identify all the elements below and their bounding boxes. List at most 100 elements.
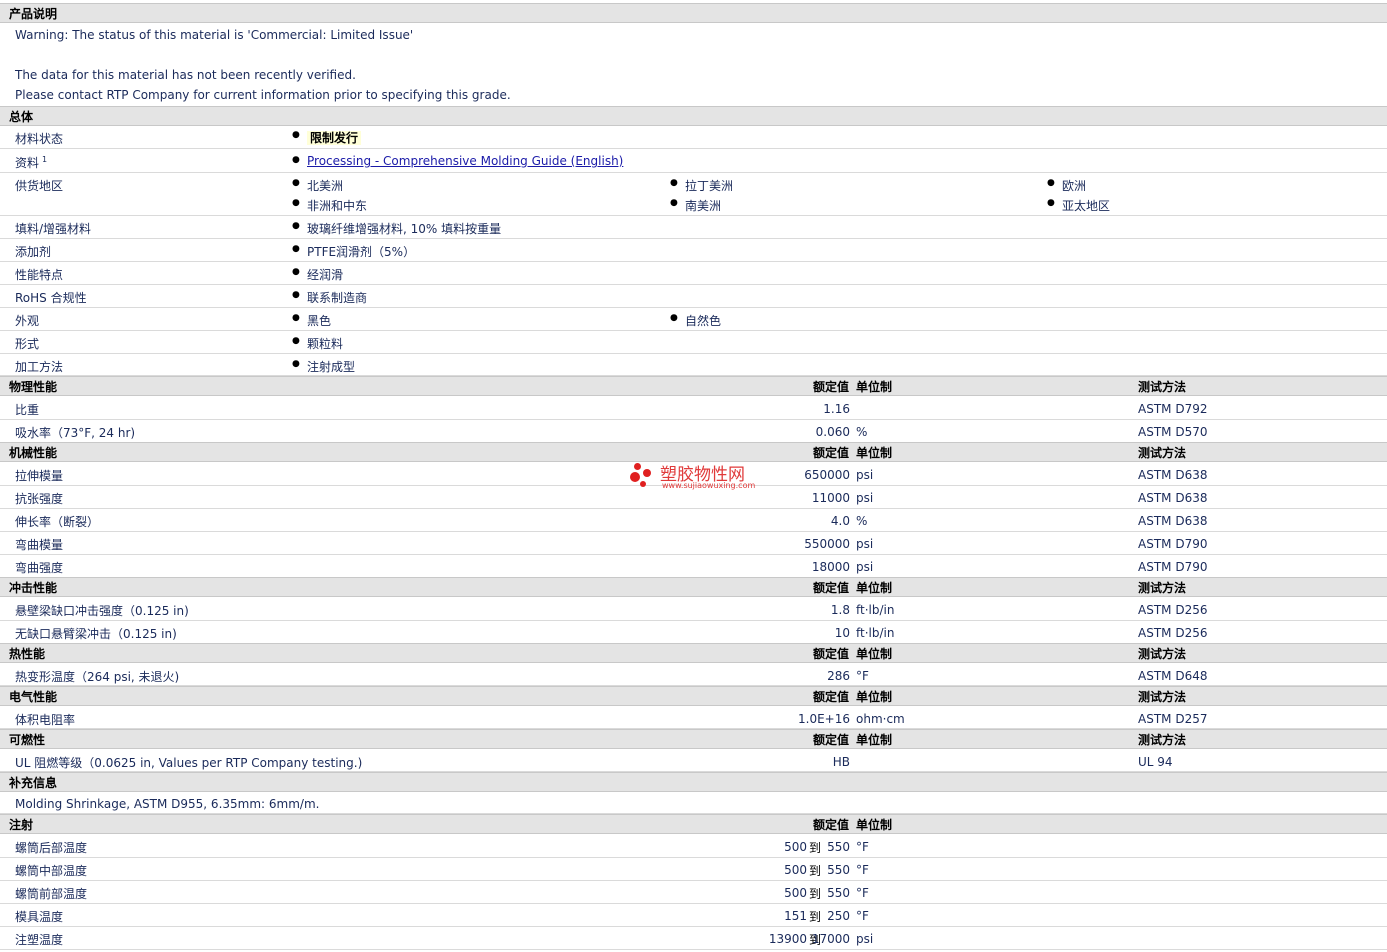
property-name: 无缺口悬臂梁冲击（0.125 in) <box>15 627 177 641</box>
status-value: 限制发行 <box>292 129 362 146</box>
property-unit: psi <box>856 537 874 551</box>
section-title: 总体 <box>9 110 34 124</box>
property-name: 弯曲强度 <box>15 561 64 575</box>
table-row: 悬壁梁缺口冲击强度（0.125 in) 1.8 ft·lb/in ASTM D256 <box>0 598 1387 621</box>
rohs-value: 联系制造商 <box>292 289 367 306</box>
row-label: 填料/增强材料 <box>15 222 92 236</box>
property-unit: % <box>856 425 868 439</box>
table-row: 弯曲强度 18000 psi ASTM D790 <box>0 555 1387 578</box>
table-row: 螺筒前部温度 500 到 550 °F <box>0 881 1387 904</box>
range-high: 17000 <box>811 932 850 946</box>
section-thermal: 热性能 额定值 单位制 测试方法 <box>0 643 1387 663</box>
row-label: 资料 1 <box>15 154 47 171</box>
test-method: ASTM D638 <box>1138 468 1208 482</box>
property-unit: °F <box>856 886 869 900</box>
docs-label: 资料 <box>15 156 40 170</box>
row-label: 材料状态 <box>15 132 64 146</box>
property-value: 1.16 <box>823 402 850 416</box>
row-process: 加工方法 注射成型 <box>0 354 1387 376</box>
property-unit: ft·lb/in <box>856 626 895 640</box>
property-unit: psi <box>856 932 874 946</box>
table-row: 螺筒中部温度 500 到 550 °F <box>0 858 1387 881</box>
table-row: 比重 1.16 ASTM D792 <box>0 397 1387 420</box>
section-supplement: 补充信息 <box>0 772 1387 792</box>
range-high: 250 <box>827 909 850 923</box>
column-header-value: 额定值 <box>812 690 849 704</box>
property-value: 650000 <box>804 468 850 482</box>
process-value: 注射成型 <box>292 358 355 375</box>
property-name: 螺筒中部温度 <box>15 864 88 878</box>
property-unit: °F <box>856 909 869 923</box>
row-label: 外观 <box>15 314 40 328</box>
test-method: ASTM D638 <box>1138 514 1208 528</box>
property-unit: °F <box>856 863 869 877</box>
row-form: 形式 颗粒料 <box>0 331 1387 354</box>
test-method: ASTM D570 <box>1138 425 1208 439</box>
property-unit: ft·lb/in <box>856 603 895 617</box>
column-header-test: 测试方法 <box>1138 581 1187 595</box>
column-header-unit: 单位制 <box>856 647 893 661</box>
property-name: 吸水率（73°F, 24 hr) <box>15 426 136 440</box>
property-name: 弯曲模量 <box>15 538 64 552</box>
test-method: ASTM D257 <box>1138 712 1208 726</box>
property-value: 1.8 <box>830 603 850 617</box>
section-title: 注射 <box>9 818 34 832</box>
column-header-unit: 单位制 <box>856 581 893 595</box>
column-header-test: 测试方法 <box>1138 380 1187 394</box>
form-value: 颗粒料 <box>292 335 343 352</box>
row-filler: 填料/增强材料 玻璃纤维增强材料, 10% 填料按重量 <box>0 216 1387 239</box>
logo-dot <box>630 472 640 482</box>
property-value: 11000 <box>811 491 850 505</box>
region-item: 非洲和中东 <box>292 197 367 214</box>
table-row: 模具温度 151 到 250 °F <box>0 904 1387 927</box>
column-header-value: 额定值 <box>812 647 849 661</box>
property-value: 10 <box>834 626 850 640</box>
property-value: 286 <box>827 669 850 683</box>
test-method: ASTM D256 <box>1138 626 1208 640</box>
test-method: ASTM D648 <box>1138 669 1208 683</box>
region-item: 亚太地区 <box>1047 197 1110 214</box>
column-header-value: 额定值 <box>812 446 849 460</box>
column-header-unit: 单位制 <box>856 690 893 704</box>
range-high: 550 <box>827 840 850 854</box>
row-additive: 添加剂 PTFE润滑剂（5%） <box>0 239 1387 262</box>
table-row: UL 阻燃等级（0.0625 in, Values per RTP Compan… <box>0 750 1387 772</box>
range-low: 500 <box>784 886 807 900</box>
row-rohs: RoHS 合规性 联系制造商 <box>0 285 1387 308</box>
section-title: 产品说明 <box>9 7 58 21</box>
region-item: 南美洲 <box>670 197 721 214</box>
property-name: 热变形温度（264 psi, 未退火) <box>15 670 180 684</box>
section-title: 机械性能 <box>9 446 58 460</box>
section-general: 总体 <box>0 106 1387 126</box>
row-label: 添加剂 <box>15 245 52 259</box>
section-electrical: 电气性能 额定值 单位制 测试方法 <box>0 686 1387 706</box>
region-item: 拉丁美洲 <box>670 177 733 194</box>
section-title: 热性能 <box>9 647 46 661</box>
section-title: 补充信息 <box>9 776 58 790</box>
column-header-test: 测试方法 <box>1138 690 1187 704</box>
column-header-value: 额定值 <box>812 581 849 595</box>
column-header-test: 测试方法 <box>1138 446 1187 460</box>
column-header-value: 额定值 <box>812 733 849 747</box>
row-label: 性能特点 <box>15 268 64 282</box>
column-header-test: 测试方法 <box>1138 647 1187 661</box>
section-injection: 注射 额定值 单位制 <box>0 814 1387 834</box>
supplement-row: Molding Shrinkage, ASTM D955, 6.35mm: 6m… <box>0 792 1387 814</box>
watermark-logo: 塑胶物性网 www.sujiaowuxing.com <box>630 460 770 494</box>
logo-dot <box>634 463 641 470</box>
section-title: 电气性能 <box>9 690 58 704</box>
appearance-item: 自然色 <box>670 312 721 329</box>
watermark-url: www.sujiaowuxing.com <box>662 481 756 490</box>
processing-guide-link[interactable]: Processing - Comprehensive Molding Guide… <box>307 154 623 168</box>
property-unit: psi <box>856 491 874 505</box>
range-high: 550 <box>827 863 850 877</box>
property-name: 螺筒后部温度 <box>15 841 88 855</box>
appearance-item: 黑色 <box>292 312 331 329</box>
property-unit: psi <box>856 560 874 574</box>
warning-text: Warning: The status of this material is … <box>15 28 414 42</box>
property-unit: psi <box>856 468 874 482</box>
table-row: 热变形温度（264 psi, 未退火) 286 °F ASTM D648 <box>0 664 1387 686</box>
table-row: 螺筒后部温度 500 到 550 °F <box>0 835 1387 858</box>
section-title: 可燃性 <box>9 733 46 747</box>
test-method: ASTM D790 <box>1138 537 1208 551</box>
